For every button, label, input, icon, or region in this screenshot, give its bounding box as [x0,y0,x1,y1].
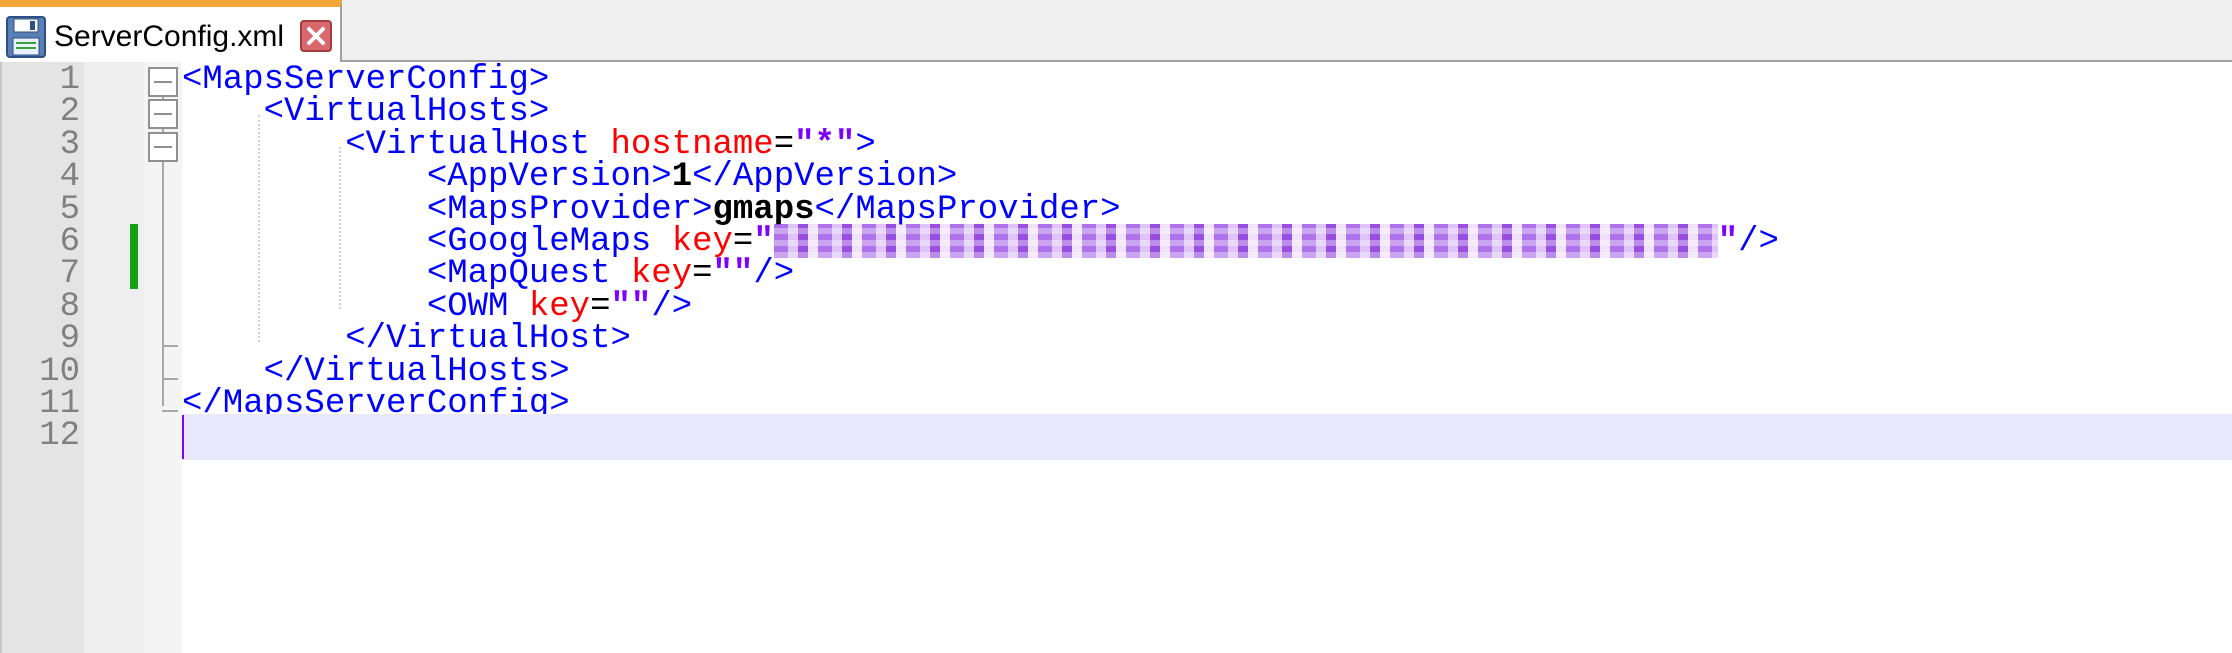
fold-line [162,82,164,406]
tab-bar: ServerConfig.xml [0,0,2232,62]
token-str: " [1717,223,1739,261]
fold-toggle-button[interactable] [148,67,178,97]
tab-serverconfig[interactable]: ServerConfig.xml [0,0,342,62]
fold-end-marker [162,377,178,380]
redacted-api-key [773,224,1718,259]
change-margin [84,62,144,653]
current-line-highlight [182,414,2232,461]
token-tag: /> [651,287,693,326]
change-marker [130,224,138,289]
save-floppy-icon [6,16,46,58]
fold-margin [144,62,182,653]
token-tag: /> [753,255,795,294]
fold-end-marker [162,410,178,412]
indent-guide [257,114,260,342]
text-caret [182,415,184,460]
fold-end-marker [162,345,178,348]
fold-toggle-button[interactable] [148,131,178,162]
close-icon[interactable] [300,20,332,52]
line-number: 12 [39,417,80,456]
tab-title: ServerConfig.xml [54,20,285,53]
line-number-gutter: 1 2 3 4 5 6 7 8 9 10 11 12 [0,61,84,653]
token-tag: /> [1738,223,1779,261]
fold-toggle-button[interactable] [148,99,178,130]
indent-guide [339,147,342,310]
token-punct: = [692,255,713,294]
token-str: "" [712,255,754,294]
code-editor[interactable]: 1 2 3 4 5 6 7 8 9 10 11 12 <MapsServerConfig> <Virt… [0,61,2232,653]
